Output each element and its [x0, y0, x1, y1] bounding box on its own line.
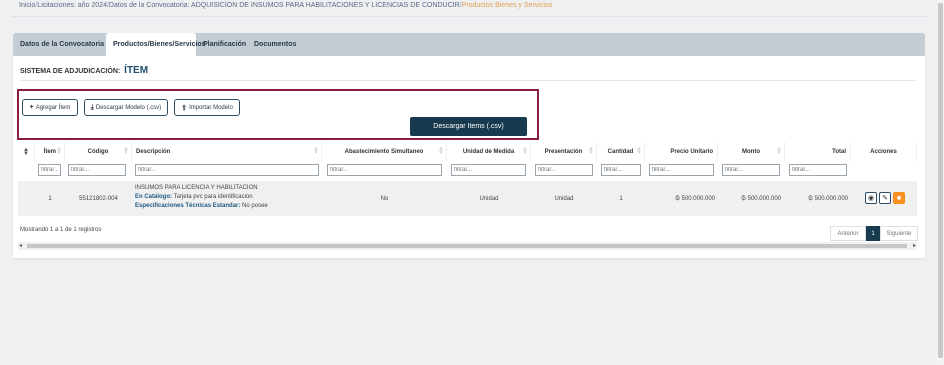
sort-column[interactable]: ▲ ▼	[18, 142, 35, 161]
add-item-label: Agregar Ítem	[35, 104, 71, 111]
col-acciones: Acciones	[851, 142, 917, 161]
breadcrumb-home[interactable]: Inicio	[19, 2, 35, 9]
download-model-button[interactable]: ⤓ Descargar Modelo (.csv)	[84, 99, 168, 116]
sort-icon: ▲ ▼	[522, 146, 528, 156]
sort-icon: ▲ ▼	[636, 146, 642, 156]
scroll-right-icon[interactable]: ▸	[913, 242, 916, 250]
filter-abastecimiento-input[interactable]	[327, 164, 442, 176]
breadcrumb-licitaciones[interactable]: Licitaciones: año 2024	[37, 2, 107, 9]
sort-icon: ▲ ▼	[776, 146, 782, 156]
sort-icon: ▲ ▼	[313, 146, 319, 156]
cell-presentacion: Unidad	[554, 195, 574, 202]
delete-button[interactable]: ■	[893, 192, 905, 204]
records-info: Mostrando 1 a 1 de 1 registros	[20, 227, 102, 233]
col-descripcion[interactable]: Descripción ▲ ▼	[132, 142, 322, 161]
filter-total-input[interactable]	[789, 164, 847, 176]
sort-icon: ▲ ▼	[123, 146, 129, 156]
filter-unidad-input[interactable]	[451, 164, 526, 176]
col-precio[interactable]: Precio Unitario	[645, 142, 718, 161]
col-abastecimiento[interactable]: Abastecimiento Simultaneo ▲ ▼	[322, 142, 447, 161]
cell-total: ₲ 500.000.000	[808, 195, 848, 202]
pagination-next[interactable]: Siguiente	[880, 226, 918, 241]
filter-monto-input[interactable]	[722, 164, 780, 176]
user-upload-icon: ⇪	[181, 104, 188, 112]
col-unidad[interactable]: Unidad de Medida ▲ ▼	[447, 142, 531, 161]
section-title: SISTEMA DE ADJUDICACIÓN: ÍTEM	[20, 65, 148, 76]
col-cantidad[interactable]: Cantidad ▲ ▼	[597, 142, 645, 161]
eye-icon: ◉	[867, 195, 875, 202]
cell-cantidad: 1	[619, 195, 623, 202]
filter-precio-input[interactable]	[649, 164, 714, 176]
cell-desc-specs: Especificaciones Técnicas Estandar: No p…	[135, 203, 268, 209]
cell-abastecimiento: No	[380, 195, 389, 202]
tab-productos[interactable]: Productos/Bienes/Servicios	[106, 33, 206, 56]
filter-descripcion-input[interactable]	[135, 164, 319, 176]
import-model-label: Importar Modelo	[189, 104, 233, 111]
sort-icon: ▲ ▼	[588, 146, 594, 156]
section-label: SISTEMA DE ADJUDICACIÓN:	[20, 68, 121, 75]
cell-codigo: 55121802-004	[79, 195, 118, 202]
breadcrumb-current: Productos Bienes y Servicios	[461, 2, 553, 9]
sort-icon: ▲ ▼	[56, 146, 62, 156]
col-presentacion[interactable]: Presentación ▲ ▼	[531, 142, 597, 161]
view-button[interactable]: ◉	[865, 192, 877, 204]
vertical-scrollbar[interactable]	[937, 0, 944, 365]
divider	[12, 16, 926, 17]
edit-button[interactable]: ✎	[879, 192, 891, 204]
filter-item-input[interactable]	[38, 164, 61, 176]
horizontal-scrollbar[interactable]: ◂ ▸	[18, 242, 917, 250]
filter-codigo-input[interactable]	[68, 164, 126, 176]
breadcrumb: Inicio/Licitaciones: año 2024/Datos de l…	[19, 2, 553, 9]
scroll-thumb[interactable]	[938, 3, 943, 358]
sort-icon: ▲ ▼	[438, 146, 444, 156]
cell-monto: ₲ 500.000.000	[741, 195, 781, 202]
plus-icon: +	[29, 104, 34, 111]
download-icon: ⤓	[90, 103, 94, 111]
tab-datos-convocatoria[interactable]: Datos de la Convocatoria	[13, 33, 111, 56]
download-model-label: Descargar Modelo (.csv)	[95, 104, 162, 111]
section-value: ÍTEM	[124, 65, 149, 76]
edit-icon: ✎	[882, 195, 888, 202]
col-item[interactable]: Ítem ▲ ▼	[35, 142, 65, 161]
cell-item: 1	[48, 195, 52, 202]
tab-bar: Datos de la Convocatoria Productos/Biene…	[13, 33, 925, 56]
cell-desc-catalog: En Catálogo: Tarjeta pvc para identifica…	[135, 194, 253, 200]
tab-planificacion[interactable]: Planificación	[196, 33, 253, 56]
trash-icon: ■	[896, 194, 902, 202]
col-codigo[interactable]: Código ▲ ▼	[65, 142, 132, 161]
col-total[interactable]: Total	[785, 142, 851, 161]
pagination-prev[interactable]: Anterior	[830, 226, 866, 241]
breadcrumb-convocatoria[interactable]: Datos de la Convocatoria: ADQUISICION DE…	[109, 2, 460, 9]
download-items-button[interactable]: Descargar Items (.csv)	[410, 117, 527, 136]
filter-cantidad-input[interactable]	[601, 164, 641, 176]
filter-presentacion-input[interactable]	[535, 164, 593, 176]
scroll-left-icon[interactable]: ◂	[19, 242, 22, 250]
divider	[20, 80, 916, 81]
cell-unidad: Unidad	[479, 195, 499, 202]
tab-documentos[interactable]: Documentos	[247, 33, 303, 56]
cell-precio: ₲ 500.000.000	[675, 195, 715, 202]
col-monto[interactable]: Monto ▲ ▼	[718, 142, 785, 161]
pagination-page[interactable]: 1	[866, 226, 880, 241]
cell-desc-title: INSUMOS PARA LICENCIA Y HABILITACION	[135, 185, 258, 191]
scroll-thumb[interactable]	[27, 244, 907, 248]
import-model-button[interactable]: ⇪ Importar Modelo	[174, 99, 240, 116]
add-item-button[interactable]: + Agregar Ítem	[22, 99, 78, 116]
sort-icon: ▲ ▼	[23, 146, 29, 157]
